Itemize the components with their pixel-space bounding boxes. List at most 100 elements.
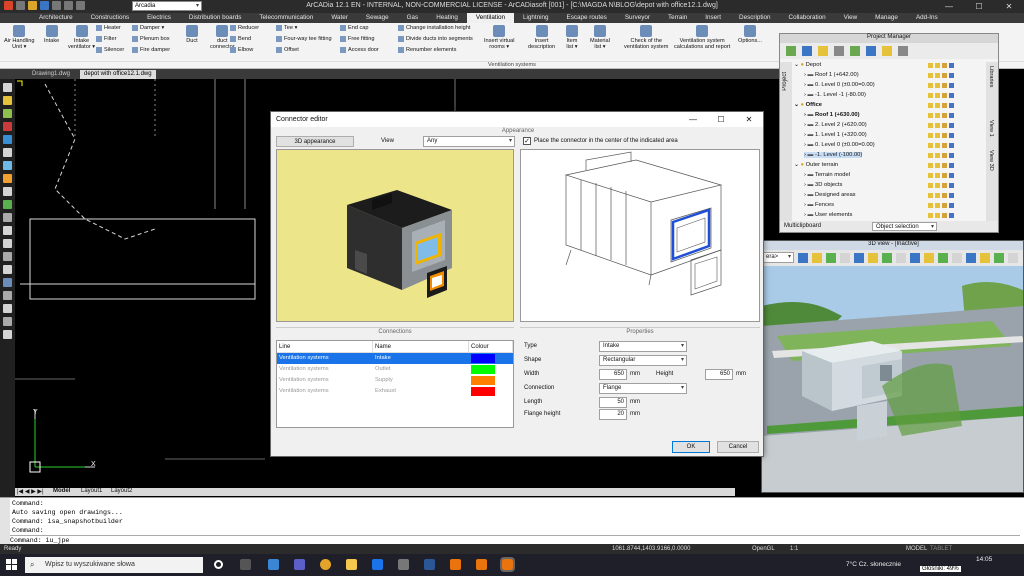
visibility-toggles[interactable] bbox=[928, 103, 954, 108]
toggle-icon[interactable] bbox=[935, 143, 940, 148]
menu-tab-water[interactable]: Water bbox=[322, 13, 357, 23]
minimize-button[interactable]: — bbox=[934, 0, 964, 13]
chrome-icon[interactable] bbox=[320, 559, 331, 570]
toggle-icon[interactable] bbox=[942, 103, 947, 108]
view3d-tool-icon[interactable] bbox=[966, 253, 976, 263]
tree-item[interactable]: › ▬ -1. Level -1 (-80.00) bbox=[804, 92, 866, 98]
model-toggle[interactable]: MODEL bbox=[906, 546, 927, 552]
toggle-icon[interactable] bbox=[935, 113, 940, 118]
tree-item[interactable]: › ▬ 3D objects bbox=[804, 182, 842, 188]
project-tool-icon[interactable] bbox=[898, 46, 908, 56]
weather-text[interactable]: 7°C Cz. słonecznie bbox=[846, 561, 901, 568]
left-tool-icon[interactable] bbox=[3, 226, 12, 235]
connection-colour-swatch[interactable] bbox=[471, 365, 495, 374]
menu-tab-view[interactable]: View bbox=[835, 13, 867, 23]
toggle-icon[interactable] bbox=[935, 123, 940, 128]
width-input[interactable]: 650 bbox=[599, 369, 627, 380]
toggle-icon[interactable] bbox=[949, 83, 954, 88]
toggle-icon[interactable] bbox=[942, 193, 947, 198]
layout-tab-layout1[interactable]: Layout1 bbox=[81, 488, 102, 494]
cortana-icon[interactable] bbox=[214, 560, 223, 569]
toggle-icon[interactable] bbox=[942, 133, 947, 138]
view3d-tab[interactable]: View 3D bbox=[988, 150, 994, 171]
menu-tab-terrain[interactable]: Terrain bbox=[659, 13, 696, 23]
toggle-icon[interactable] bbox=[942, 83, 947, 88]
view3d-tool-icon[interactable] bbox=[868, 253, 878, 263]
toggle-icon[interactable] bbox=[942, 153, 947, 158]
toggle-icon[interactable] bbox=[949, 193, 954, 198]
ribbon-small-filter[interactable]: Filter bbox=[96, 36, 116, 42]
view3d-tool-icon[interactable] bbox=[840, 253, 850, 263]
toggle-icon[interactable] bbox=[942, 173, 947, 178]
multiclipboard-label[interactable]: Multiclipboard bbox=[784, 223, 821, 229]
tree-item[interactable]: › ▬ 1. Level 1 (+320.00) bbox=[804, 132, 867, 138]
tree-item[interactable]: ⌄ ● Outer terrain bbox=[794, 162, 838, 168]
tree-item[interactable]: › ▬ Roof 1 (+630.00) bbox=[804, 112, 860, 118]
toggle-icon[interactable] bbox=[942, 183, 947, 188]
view3d-tool-icon[interactable] bbox=[896, 253, 906, 263]
outlook-icon[interactable] bbox=[372, 559, 383, 570]
doc-tab-depot[interactable]: depot with office12.1.dwg bbox=[80, 70, 156, 79]
ribbon-small-free-fitting[interactable]: Free fitting bbox=[340, 36, 374, 42]
left-tool-icon[interactable] bbox=[3, 109, 12, 118]
visibility-toggles[interactable] bbox=[928, 83, 954, 88]
menu-tab-gas[interactable]: Gas bbox=[398, 13, 428, 23]
arcadia-active-icon[interactable] bbox=[500, 557, 515, 572]
toggle-icon[interactable] bbox=[949, 123, 954, 128]
connection-row[interactable]: Ventilation systems Supply bbox=[277, 375, 513, 386]
toggle-icon[interactable] bbox=[942, 143, 947, 148]
toggle-icon[interactable] bbox=[935, 83, 940, 88]
menu-tab-surveyor[interactable]: Surveyor bbox=[616, 13, 659, 23]
ribbon-button-material-list[interactable]: Material list ▾ bbox=[590, 25, 610, 50]
ribbon-small-divide-ducts-into-segments[interactable]: Divide ducts into segments bbox=[398, 36, 473, 42]
tree-item[interactable]: ⌄ ● Depot bbox=[794, 62, 821, 68]
tree-item[interactable]: ⌄ ● Office bbox=[794, 102, 822, 108]
shape-select[interactable]: Rectangular bbox=[599, 355, 687, 366]
edge-icon[interactable] bbox=[268, 559, 279, 570]
view3d-tool-icon[interactable] bbox=[952, 253, 962, 263]
menu-tab-description[interactable]: Description bbox=[730, 13, 780, 23]
libraries-tab[interactable]: Libraries bbox=[988, 66, 994, 87]
left-tool-icon[interactable] bbox=[3, 278, 12, 287]
taskbar-search-input[interactable]: Wpisz tu wyszukiwane słowa bbox=[25, 557, 203, 573]
toggle-icon[interactable] bbox=[928, 73, 933, 78]
start-button-icon[interactable] bbox=[6, 559, 17, 570]
toggle-icon[interactable] bbox=[949, 103, 954, 108]
ribbon-button-ventilation-system-calculations-and-report[interactable]: Ventilation system calculations and repo… bbox=[674, 25, 730, 50]
left-tool-icon[interactable] bbox=[3, 174, 12, 183]
ribbon-small-access-door[interactable]: Access door bbox=[340, 47, 379, 53]
toggle-icon[interactable] bbox=[935, 173, 940, 178]
toggle-icon[interactable] bbox=[935, 103, 940, 108]
toggle-icon[interactable] bbox=[949, 93, 954, 98]
tablet-toggle[interactable]: TABLET bbox=[930, 546, 952, 552]
menu-tab-electrics[interactable]: Electrics bbox=[138, 13, 180, 23]
toggle-icon[interactable] bbox=[949, 163, 954, 168]
visibility-toggles[interactable] bbox=[928, 173, 954, 178]
menu-tab-ventilation[interactable]: Ventilation bbox=[466, 13, 514, 23]
view3d-tool-icon[interactable] bbox=[812, 253, 822, 263]
toggle-icon[interactable] bbox=[949, 113, 954, 118]
view3d-window[interactable]: 3D view - [Inactive] era> bbox=[761, 240, 1024, 493]
teams-icon[interactable] bbox=[294, 559, 305, 570]
arcadia-icon[interactable] bbox=[476, 559, 487, 570]
tree-item[interactable]: › ▬ User elements bbox=[804, 212, 852, 218]
toggle-icon[interactable] bbox=[949, 143, 954, 148]
left-tool-icon[interactable] bbox=[3, 83, 12, 92]
ribbon-small-damper[interactable]: Damper ▾ bbox=[132, 25, 164, 31]
view3d-tool-icon[interactable] bbox=[910, 253, 920, 263]
render-mode[interactable]: OpenGL bbox=[752, 546, 775, 552]
ribbon-button-insert-virtual-rooms[interactable]: Insert virtual rooms ▾ bbox=[484, 25, 514, 50]
toggle-icon[interactable] bbox=[928, 163, 933, 168]
visibility-toggles[interactable] bbox=[928, 73, 954, 78]
toggle-icon[interactable] bbox=[935, 213, 940, 218]
left-tool-icon[interactable] bbox=[3, 122, 12, 131]
toggle-icon[interactable] bbox=[928, 113, 933, 118]
toggle-icon[interactable] bbox=[935, 133, 940, 138]
toggle-icon[interactable] bbox=[949, 203, 954, 208]
menu-tab-insert[interactable]: Insert bbox=[696, 13, 730, 23]
left-tool-icon[interactable] bbox=[3, 265, 12, 274]
toggle-icon[interactable] bbox=[942, 213, 947, 218]
project-tool-icon[interactable] bbox=[882, 46, 892, 56]
left-tool-icon[interactable] bbox=[3, 148, 12, 157]
view3d-tool-icon[interactable] bbox=[798, 253, 808, 263]
